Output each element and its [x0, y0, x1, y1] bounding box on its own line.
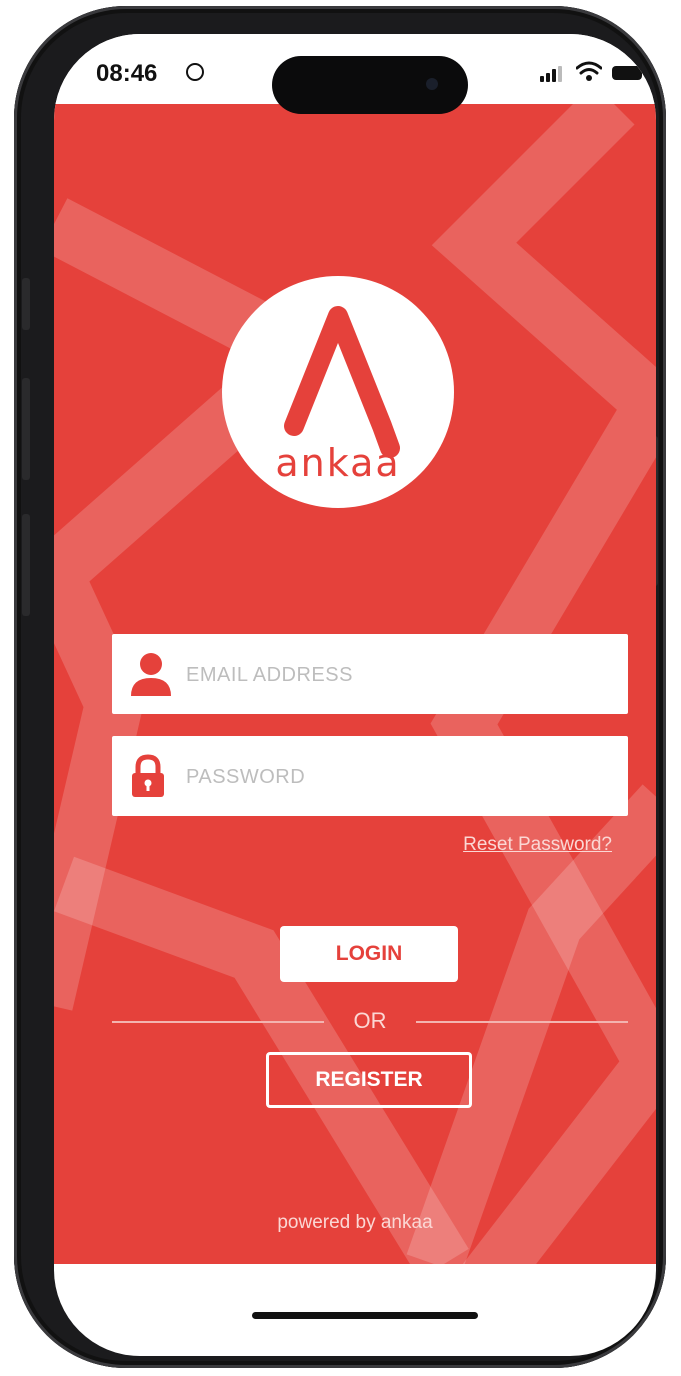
mute-switch — [22, 278, 30, 330]
reset-password-link[interactable]: Reset Password? — [463, 834, 612, 856]
logo-wordmark: ankaa — [275, 441, 401, 485]
home-indicator[interactable] — [252, 1312, 478, 1319]
volume-down-button — [22, 514, 30, 616]
powered-by-text: powered by ankaa — [277, 1212, 433, 1233]
signal-bars-icon — [540, 66, 562, 82]
divider-line-right — [416, 1021, 628, 1023]
face-id-indicator-icon — [186, 63, 204, 81]
status-time: 08:46 — [96, 60, 158, 87]
or-divider: OR — [112, 1002, 628, 1042]
status-bar: 08:46 — [54, 34, 656, 114]
ankaa-logo: ankaa — [222, 276, 454, 508]
wifi-icon — [576, 61, 602, 81]
screen: 08:46 ankaa EMAIL ADDRESS Reset Password… — [54, 34, 656, 1356]
login-button[interactable]: LOGIN — [280, 926, 458, 982]
email-input[interactable] — [184, 634, 608, 716]
dynamic-island — [272, 56, 468, 114]
lock-icon — [132, 754, 164, 797]
volume-up-button — [22, 378, 30, 480]
camera-icon — [426, 78, 438, 90]
phone-frame: 08:46 ankaa EMAIL ADDRESS Reset Password… — [14, 6, 666, 1368]
battery-icon — [612, 66, 646, 80]
password-field[interactable] — [112, 736, 628, 818]
login-screen: ankaa Reset Password? LOGIN — [54, 104, 656, 1264]
user-icon — [131, 653, 171, 696]
email-field[interactable] — [112, 634, 628, 716]
register-button[interactable]: REGISTER — [266, 1052, 472, 1108]
password-input[interactable] — [184, 736, 608, 818]
